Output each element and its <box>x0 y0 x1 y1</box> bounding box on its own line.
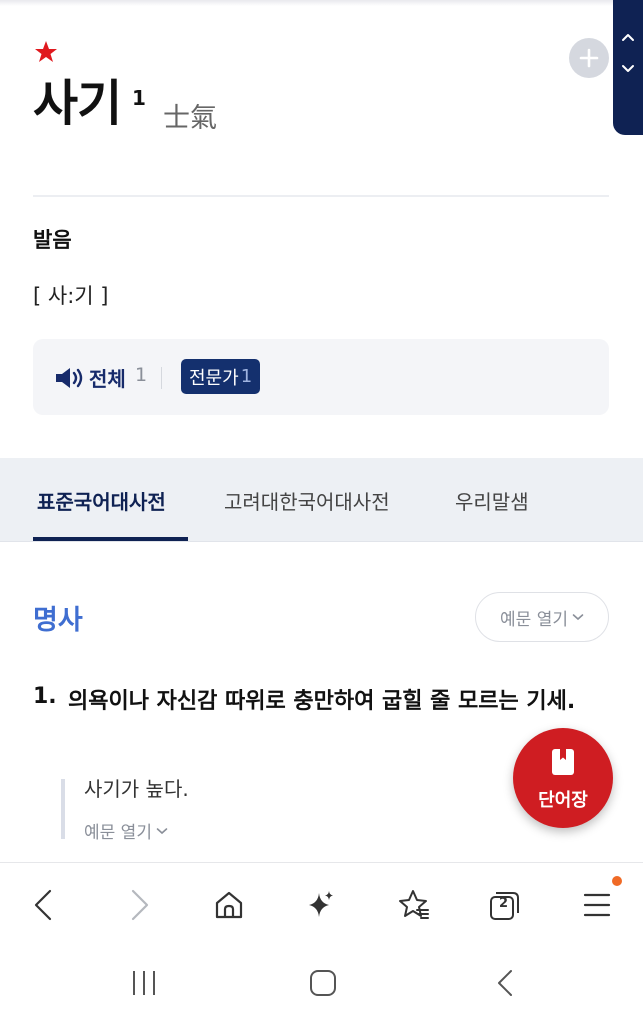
recent-apps-icon[interactable] <box>128 968 160 998</box>
forward-icon[interactable] <box>119 885 159 925</box>
top-shadow <box>0 0 643 6</box>
sense-number: 1. <box>33 684 57 709</box>
audio-all-button[interactable]: 전체 <box>89 363 126 392</box>
tab-korea-univ-dictionary[interactable]: 고려대한국어대사전 <box>224 486 390 515</box>
audio-expert-label: 전문가 <box>189 367 239 389</box>
back-icon[interactable] <box>24 885 64 925</box>
tab-standard-dictionary[interactable]: 표준국어대사전 <box>37 486 166 515</box>
plus-icon <box>579 48 599 68</box>
example-sentence: 사기가 높다. <box>84 777 189 801</box>
dictionary-tabs: 표준국어대사전 고려대한국어대사전 우리말샘 <box>0 458 643 542</box>
add-to-wordbook-button[interactable] <box>569 38 609 78</box>
tab-count: 2 <box>499 896 509 911</box>
homonym-number: 1 <box>132 86 146 110</box>
home-icon[interactable] <box>209 885 249 925</box>
chevron-down-icon <box>572 614 584 621</box>
pronunciation-text: [ 사:기 ] <box>33 284 109 308</box>
audio-all-count: 1 <box>135 364 148 386</box>
audio-expert-button[interactable]: 전문가 1 <box>181 359 261 394</box>
notification-dot <box>612 876 622 886</box>
browser-toolbar: 2 <box>0 862 643 946</box>
chevron-up-icon[interactable] <box>621 32 635 42</box>
tabs-button[interactable]: 2 <box>485 885 525 925</box>
example-more-label: 예문 열기 <box>84 823 152 843</box>
menu-icon[interactable] <box>577 885 617 925</box>
part-of-speech: 명사 <box>33 605 83 636</box>
home-nav-icon[interactable] <box>307 968 339 998</box>
audio-expert-count: 1 <box>240 366 253 387</box>
chevron-down-icon[interactable] <box>621 64 635 74</box>
sparkle-icon[interactable] <box>301 885 341 925</box>
tab-urimalsaem[interactable]: 우리말샘 <box>455 486 529 515</box>
system-nav-bar <box>0 946 643 1024</box>
audio-box: 전체 1 전문가 1 <box>33 339 609 415</box>
speaker-icon[interactable] <box>55 367 85 389</box>
star-icon <box>35 41 57 62</box>
example-open-button[interactable]: 예문 열기 <box>475 592 609 642</box>
entry-scroll-nav <box>613 0 643 135</box>
example-more-button[interactable]: 예문 열기 <box>84 818 168 843</box>
wordbook-fab[interactable]: 단어장 <box>513 728 613 828</box>
example-open-label: 예문 열기 <box>500 609 568 630</box>
pronunciation-heading: 발음 <box>33 228 72 252</box>
active-tab-indicator <box>33 537 188 541</box>
chevron-down-icon <box>156 827 168 834</box>
audio-separator <box>161 367 162 389</box>
divider <box>33 195 609 197</box>
sense-definition: 의욕이나 자신감 따위로 충만하여 굽힐 줄 모르는 기세. <box>68 689 576 714</box>
wordbook-fab-label: 단어장 <box>538 790 588 811</box>
wordbook-icon <box>552 749 574 775</box>
bookmark-star-icon[interactable] <box>393 885 433 925</box>
entry-title: 사기 <box>33 75 122 132</box>
entry-hanja: 士氣 <box>163 103 217 134</box>
example-quote-bar <box>61 779 65 839</box>
back-nav-icon[interactable] <box>490 968 522 998</box>
